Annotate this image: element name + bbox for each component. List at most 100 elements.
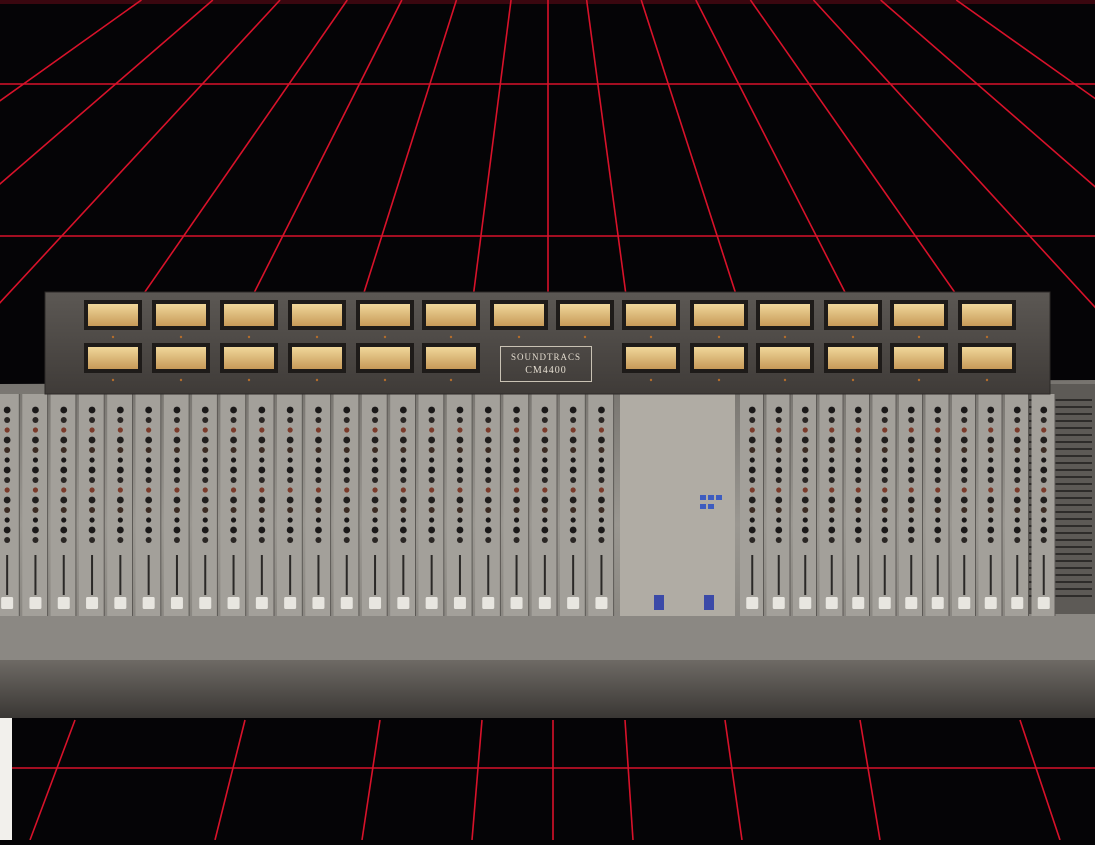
knob [230, 496, 237, 504]
knob [908, 537, 915, 543]
knob [400, 417, 407, 423]
knob [598, 537, 605, 543]
knob [1014, 517, 1020, 523]
knob [570, 417, 577, 423]
knob [456, 537, 463, 543]
fader-cap [453, 597, 466, 609]
knob [598, 526, 605, 534]
knob [570, 427, 576, 433]
knob [287, 477, 294, 483]
meter-led [717, 378, 721, 382]
knob [908, 417, 915, 423]
grid-line [1019, 719, 1061, 841]
knob [258, 447, 265, 453]
knob [344, 517, 350, 523]
knob [598, 507, 605, 513]
knob [881, 477, 888, 483]
vu-meter-face [894, 347, 944, 369]
knob [173, 537, 180, 543]
knob [32, 466, 39, 474]
knob [230, 436, 237, 444]
knob [60, 526, 68, 534]
knob [570, 457, 576, 463]
knob [230, 487, 237, 493]
knob [801, 496, 809, 504]
knob [907, 406, 915, 414]
knob [1040, 507, 1047, 513]
grid-line [214, 719, 246, 841]
knob [202, 477, 209, 483]
knob [802, 417, 809, 423]
fader-slot [543, 555, 546, 595]
knob [775, 466, 783, 474]
knob [457, 517, 463, 523]
knob [961, 447, 968, 453]
knob [908, 447, 915, 453]
knob [174, 487, 180, 493]
knob [1014, 537, 1021, 543]
knob [801, 526, 809, 534]
knob [88, 466, 96, 474]
knob [428, 417, 435, 423]
knob [855, 417, 862, 423]
console-front [0, 660, 1095, 718]
knob [988, 487, 994, 493]
knob [201, 406, 209, 414]
knob [881, 447, 888, 453]
knob [230, 526, 237, 534]
knob [371, 526, 379, 534]
knob [542, 457, 548, 463]
fader-slot [147, 555, 150, 595]
knob [32, 487, 39, 493]
knob [1014, 417, 1021, 423]
knob [32, 417, 39, 423]
knob [287, 517, 293, 523]
fader-cap [1, 597, 14, 609]
knob [315, 447, 322, 453]
knob [513, 517, 520, 523]
meter-led [985, 378, 989, 382]
knob [145, 477, 152, 483]
knob [202, 447, 209, 453]
knob [287, 487, 293, 493]
knob [801, 466, 809, 474]
knob [485, 487, 491, 493]
knob [934, 447, 941, 453]
master-section [620, 394, 735, 616]
knob [60, 496, 68, 504]
meter-led [383, 378, 387, 382]
fader-slot [317, 555, 320, 595]
console-photo [0, 0, 1095, 841]
knob [372, 507, 379, 513]
knob [1040, 496, 1048, 504]
knob [776, 517, 782, 523]
knob [828, 466, 836, 474]
knob [145, 406, 153, 414]
knob [32, 447, 39, 453]
knob [202, 507, 209, 513]
knob [1040, 406, 1048, 414]
knob [428, 466, 436, 474]
knob [344, 457, 350, 463]
knob [456, 417, 463, 423]
meter-led [111, 335, 115, 339]
knob [456, 466, 464, 474]
knob [775, 496, 783, 504]
knob [484, 496, 492, 504]
knob [569, 436, 577, 444]
knob [1014, 427, 1020, 433]
knob [484, 466, 492, 474]
knob [598, 487, 605, 493]
vu-meter-face [292, 304, 342, 326]
knob [485, 427, 491, 433]
knob [1041, 487, 1047, 493]
knob [3, 496, 11, 504]
knob [881, 406, 889, 414]
knob [882, 427, 888, 433]
knob [32, 507, 39, 513]
knob [428, 537, 435, 543]
knob [259, 487, 265, 493]
knob [457, 427, 463, 433]
knob [854, 436, 862, 444]
knob [399, 406, 407, 414]
